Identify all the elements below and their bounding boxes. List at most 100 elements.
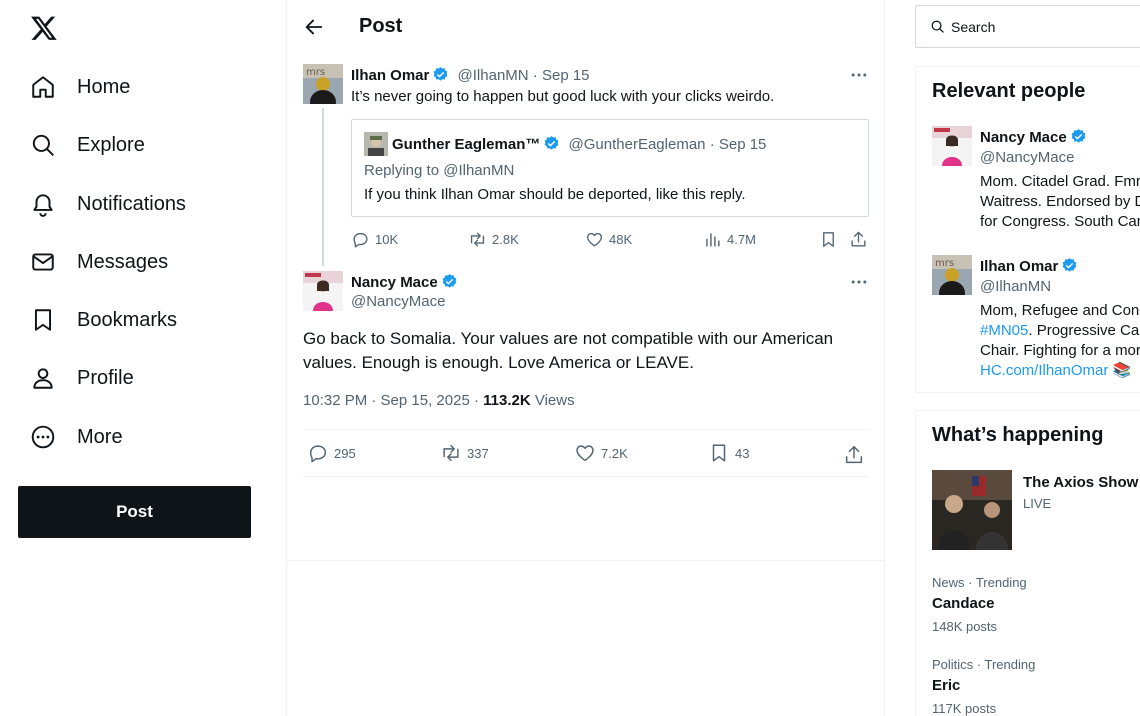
featured-trend[interactable]: The Axios Show LIVE [932, 470, 1140, 550]
search-input[interactable]: Search [915, 5, 1140, 48]
bio-line: #MN05. Progressive Cau [980, 321, 1140, 341]
nav-explore-label: Explore [77, 133, 145, 156]
author-handle[interactable]: @IlhanMN [458, 67, 529, 84]
views-chart-icon [706, 233, 720, 247]
nav-profile[interactable]: Profile [30, 358, 134, 398]
nav-bookmarks-label: Bookmarks [77, 308, 178, 331]
whats-happening-panel: What’s happening The Axios Show LIVE New… [915, 410, 1140, 716]
right-sidebar: Search Relevant people Nancy Mace @Nancy… [915, 0, 1140, 716]
left-navigation: Home Explore Notifications Messages Book… [0, 0, 286, 716]
nav-messages[interactable]: Messages [30, 242, 168, 282]
person-name: Ilhan Omar [980, 257, 1078, 275]
author-name[interactable]: Nancy Mace [351, 274, 438, 291]
main-header: Post [287, 0, 885, 54]
tweet-action-bar: 295 337 7.2K 43 [303, 429, 869, 477]
more-options-icon[interactable] [849, 65, 869, 85]
bio-line: Waitress. Endorsed by D [980, 193, 1140, 210]
bio-text: . Progressive Cau [1028, 322, 1140, 339]
bio-line: Mom, Refugee and Cong [980, 302, 1140, 319]
avatar-nancy-mace [932, 126, 972, 166]
books-emoji-icon: 📚 [1112, 362, 1132, 379]
avatar-ilhan-omar[interactable]: mrs [303, 64, 343, 104]
tweet-metadata: 10:32 PM · Sep 15, 2025 · 113.2K Views [303, 392, 575, 409]
bio-line: Chair. Fighting for a mor [980, 342, 1140, 359]
reply-button[interactable]: 10K [351, 230, 398, 249]
nav-notifications-label: Notifications [77, 192, 186, 215]
repost-icon [443, 444, 459, 462]
featured-title: The Axios Show [1023, 474, 1139, 491]
bookmark-icon[interactable] [819, 230, 838, 249]
reply-icon [353, 232, 368, 248]
author-handle[interactable]: @NancyMace [351, 293, 445, 310]
nav-bookmarks[interactable]: Bookmarks [30, 300, 177, 340]
share-icon[interactable] [849, 230, 868, 249]
tweet-text: Go back to Somalia. Your values are not … [303, 329, 834, 372]
repost-icon [470, 232, 485, 247]
bookmark-button[interactable]: 43 [708, 442, 749, 464]
search-placeholder: Search [951, 18, 996, 35]
trend-category: Politics · Trending [932, 657, 1036, 672]
quoted-tweet-text: If you think Ilhan Omar should be deport… [364, 186, 746, 203]
svg-text:mrs: mrs [306, 67, 325, 78]
tweet-timestamp[interactable]: 10:32 PM · Sep 15, 2025 [303, 392, 470, 409]
whats-happening-title: What’s happening [932, 424, 1104, 446]
person-bio: Mom. Citadel Grad. Fmr Waitress. Endorse… [980, 172, 1140, 232]
nav-messages-label: Messages [77, 250, 169, 273]
author-name[interactable]: Ilhan Omar [351, 67, 429, 84]
relevant-people-panel: Relevant people Nancy Mace @NancyMace Mo… [915, 66, 1140, 393]
back-arrow-icon[interactable] [303, 16, 325, 38]
nav-explore[interactable]: Explore [30, 125, 145, 165]
x-logo-icon[interactable] [30, 14, 58, 42]
bio-url-link[interactable]: HC.com/IlhanOmar [980, 362, 1108, 379]
bookmark-icon [712, 444, 726, 462]
avatar-ilhan-omar: mrs [932, 255, 972, 295]
person-card[interactable]: Nancy Mace @NancyMace Mom. Citadel Grad.… [932, 126, 1140, 236]
quoted-tweet[interactable]: Gunther Eagleman™ @GuntherEagleman · Sep… [351, 119, 869, 217]
main-column: Post mrs Ilhan Omar @IlhanMN · Sep 15 It… [286, 0, 885, 716]
quoted-author-name: Gunther Eagleman™ [392, 136, 541, 153]
views-button[interactable]: 4.7M [703, 230, 756, 249]
hashtag-link[interactable]: #MN05 [980, 322, 1028, 339]
nav-notifications[interactable]: Notifications [30, 184, 186, 224]
trend-item[interactable]: News · Trending Candace 148K posts [932, 575, 1140, 634]
search-icon [931, 20, 944, 33]
person-name-text: Nancy Mace [980, 129, 1067, 146]
reply-count: 295 [334, 445, 356, 461]
avatar-gunther-eagleman [364, 132, 388, 156]
reply-button[interactable]: 295 [307, 442, 356, 464]
person-card[interactable]: mrs Ilhan Omar @IlhanMN Mom, Refugee and… [932, 255, 1140, 385]
verified-badge-icon [544, 136, 559, 150]
reply-count: 10K [375, 232, 399, 247]
more-options-icon[interactable] [849, 272, 869, 292]
like-count: 7.2K [601, 445, 628, 461]
like-button[interactable]: 48K [585, 230, 632, 249]
post-button[interactable]: Post [18, 486, 251, 538]
avatar-nancy-mace[interactable] [303, 271, 343, 311]
share-icon[interactable] [843, 444, 865, 466]
views-count: 4.7M [727, 232, 756, 247]
bookmark-icon [34, 309, 52, 331]
like-count: 48K [609, 232, 633, 247]
tweet-header: Ilhan Omar @IlhanMN · Sep 15 [351, 66, 590, 84]
person-handle: @IlhanMN [980, 278, 1052, 295]
nav-home[interactable]: Home [30, 67, 130, 107]
tweet-date[interactable]: Sep 15 [542, 67, 590, 84]
heart-icon [587, 232, 602, 247]
person-icon [33, 368, 53, 389]
verified-badge-icon [442, 274, 457, 288]
trend-category: News · Trending [932, 575, 1027, 590]
verified-badge-icon [1062, 258, 1077, 272]
like-button[interactable]: 7.2K [574, 442, 628, 464]
trend-item[interactable]: Politics · Trending Eric 117K posts [932, 657, 1140, 716]
nav-more-label: More [77, 425, 123, 448]
nav-more[interactable]: More [30, 417, 123, 457]
person-bio: Mom, Refugee and Cong #MN05. Progressive… [980, 301, 1140, 381]
bell-icon [33, 194, 53, 217]
heart-icon [576, 445, 594, 462]
trend-post-count: 117K posts [932, 701, 997, 716]
tweet-text: It’s never going to happen but good luck… [351, 88, 775, 105]
thread-connector-line [322, 108, 324, 266]
repost-button[interactable]: 2.8K [468, 230, 519, 249]
repost-button[interactable]: 337 [440, 442, 489, 464]
relevant-people-title: Relevant people [932, 80, 1086, 102]
